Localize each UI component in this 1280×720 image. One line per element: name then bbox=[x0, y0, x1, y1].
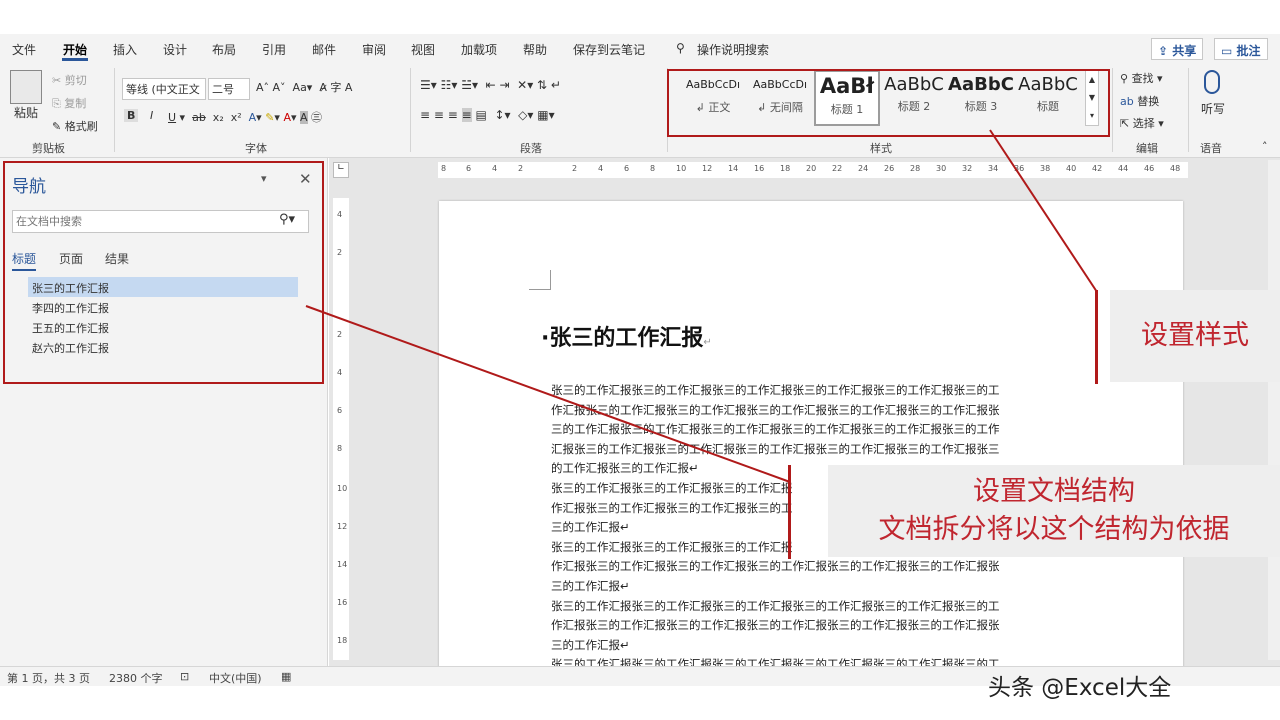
styles-callout: 设置样式 bbox=[1110, 290, 1280, 382]
styles-callout-bar bbox=[1095, 290, 1098, 384]
structure-pointer-line bbox=[305, 305, 791, 483]
structure-callout-bar bbox=[788, 465, 791, 559]
structure-callout: 设置文档结构 文档拆分将以这个结构为依据 bbox=[828, 465, 1280, 557]
annotation-arrows bbox=[305, 129, 1098, 483]
structure-callout-line2: 文档拆分将以这个结构为依据 bbox=[878, 514, 1230, 545]
styles-pointer-line bbox=[989, 129, 1098, 293]
structure-callout-line1: 设置文档结构 bbox=[973, 476, 1135, 507]
